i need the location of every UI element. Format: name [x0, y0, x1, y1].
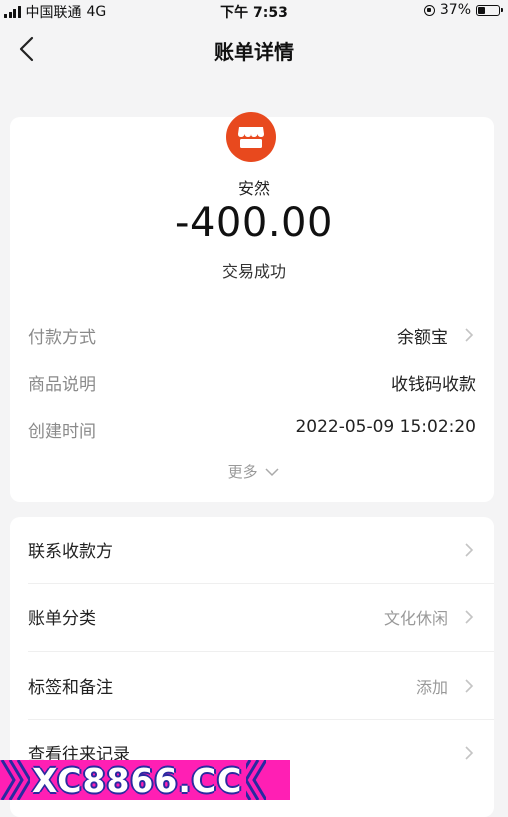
detail-row-created-time: 创建时间 2022-05-09 15:02:20	[28, 417, 476, 442]
tags-notes-item[interactable]: 标签和备注 添加	[10, 653, 494, 719]
detail-value: 余额宝	[397, 328, 448, 348]
more-button[interactable]: 更多	[0, 461, 508, 482]
detail-label: 付款方式	[28, 328, 96, 348]
bill-category-item[interactable]: 账单分类 文化休闲	[10, 584, 494, 650]
battery-fill	[478, 6, 485, 14]
nav-bar: 账单详情	[0, 22, 508, 78]
detail-row-payment-method[interactable]: 付款方式 余额宝	[28, 323, 476, 348]
more-label: 更多	[227, 463, 258, 481]
detail-value: 2022-05-09 15:02:20	[295, 417, 476, 437]
transaction-status: 交易成功	[221, 262, 286, 281]
watermark-text: XC8866.CC	[32, 760, 243, 800]
page-title: 账单详情	[214, 40, 294, 64]
detail-row-description: 商品说明 收钱码收款	[28, 370, 476, 395]
storefront-icon	[226, 112, 276, 162]
chevron-right-icon	[465, 679, 474, 693]
orientation-lock-icon	[423, 4, 435, 16]
storefront-glyph	[238, 127, 264, 148]
stripes-graphic	[0, 760, 30, 800]
detail-label: 创建时间	[28, 422, 96, 442]
item-label: 联系收款方	[28, 542, 113, 562]
watermark-banner: XC8866.CC	[0, 759, 290, 801]
status-right: 37%	[423, 2, 503, 18]
stripes-graphic	[236, 759, 268, 801]
battery-icon	[476, 4, 503, 16]
item-value: 添加	[415, 678, 448, 697]
watermark-stripes	[0, 760, 30, 800]
battery-percent: 37%	[439, 2, 471, 18]
chevron-right-icon	[465, 610, 474, 624]
chevron-down-icon	[265, 467, 279, 476]
contact-payee-item[interactable]: 联系收款方	[10, 517, 494, 583]
status-bar: 中国联通 4G 下午 7:53 37%	[0, 0, 508, 22]
item-label: 账单分类	[28, 609, 96, 629]
detail-value: 收钱码收款	[391, 375, 476, 395]
item-value: 文化休闲	[383, 609, 448, 628]
amount: -400.00	[175, 200, 333, 246]
divider	[28, 651, 494, 652]
merchant-name: 安然	[237, 179, 270, 198]
detail-label: 商品说明	[28, 375, 96, 395]
chevron-right-icon	[465, 328, 474, 342]
watermark-stripes-right	[236, 759, 268, 801]
chevron-right-icon	[465, 746, 474, 760]
item-label: 标签和备注	[28, 678, 113, 698]
chevron-right-icon	[465, 543, 474, 557]
